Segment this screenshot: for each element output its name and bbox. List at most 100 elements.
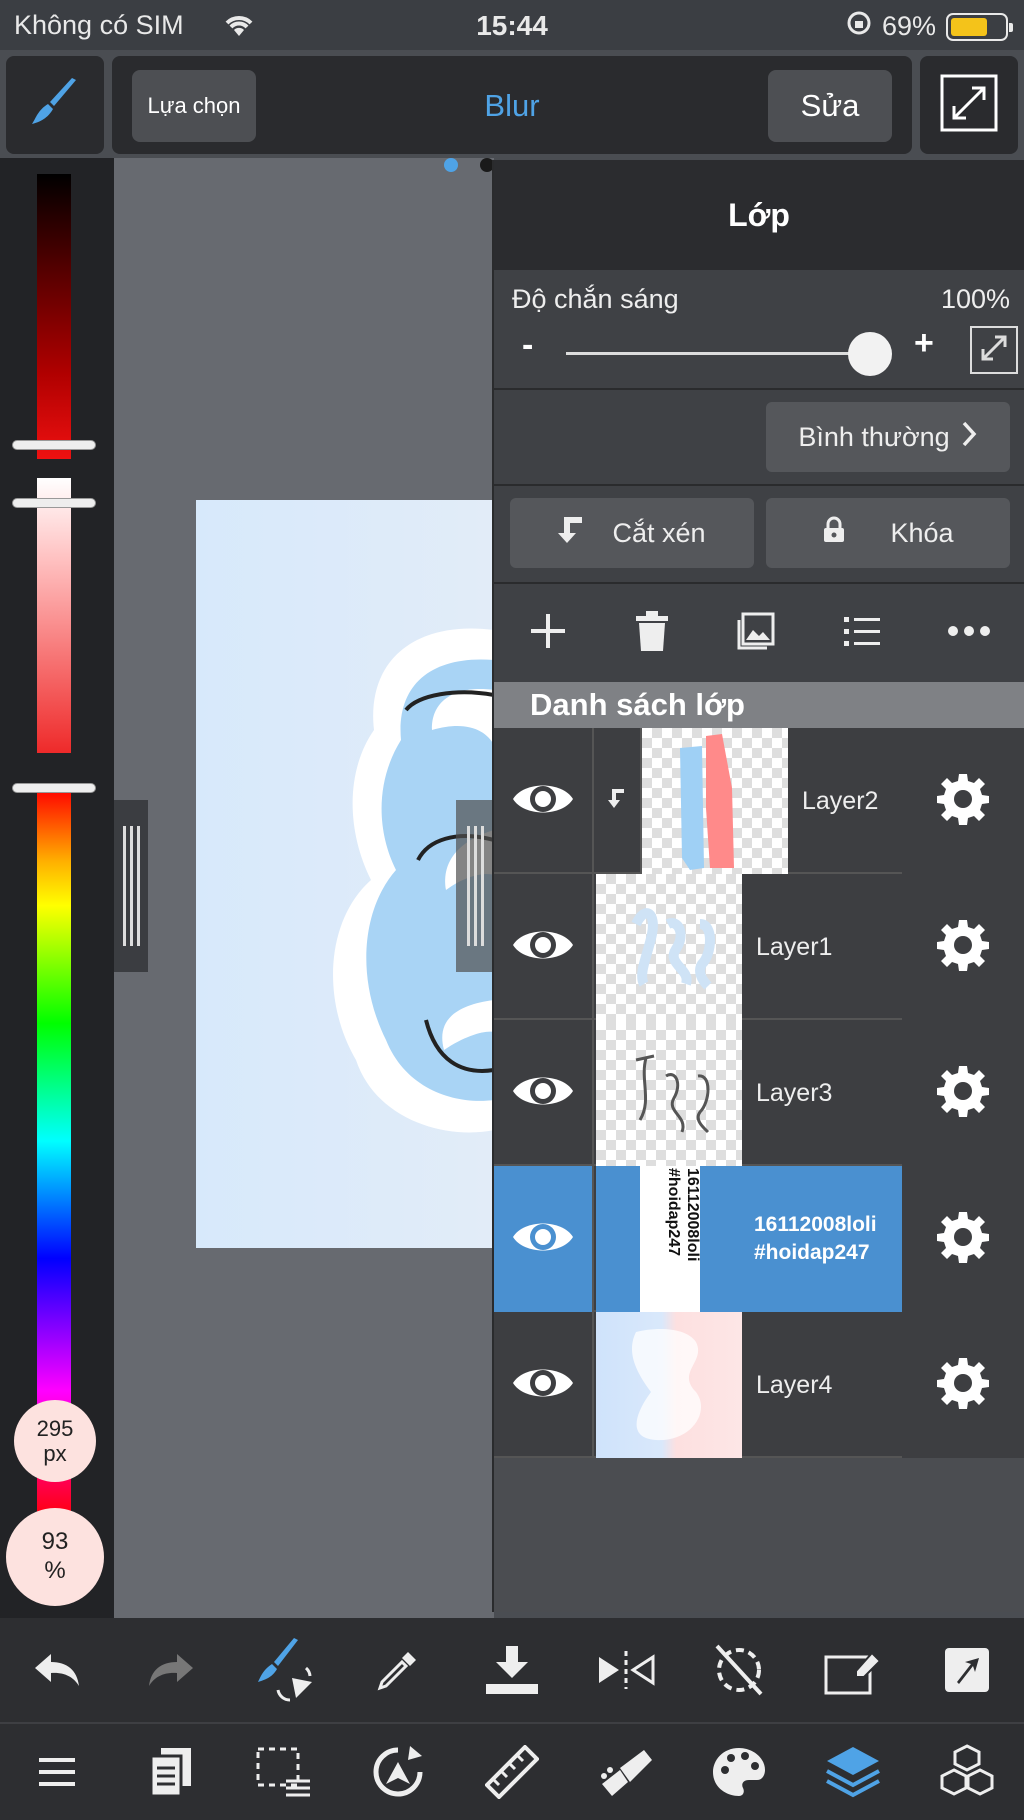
layer-row[interactable]: Layer2 — [494, 728, 1024, 874]
opacity-slider-knob[interactable] — [848, 332, 892, 376]
saturation-handle[interactable] — [12, 498, 96, 508]
hue-handle[interactable] — [12, 783, 96, 793]
gear-icon — [935, 771, 991, 832]
layer-settings-button[interactable] — [902, 874, 1024, 1020]
menu-icon[interactable] — [17, 1732, 97, 1812]
clipping-arrow-icon — [608, 788, 626, 815]
redo-icon[interactable] — [131, 1630, 211, 1710]
artwork-canvas[interactable] — [196, 500, 494, 1248]
fullscreen-icon — [938, 72, 1000, 139]
selection-icon[interactable] — [244, 1732, 324, 1812]
share-icon[interactable] — [927, 1630, 1007, 1710]
clipping-button[interactable]: Cắt xén — [510, 498, 754, 568]
pages-icon[interactable] — [131, 1732, 211, 1812]
layer-thumbnail — [596, 1020, 742, 1166]
fullscreen-button[interactable] — [920, 56, 1018, 154]
layer-opacity-row: Độ chắn sáng 100% - + — [494, 270, 1024, 390]
brightness-slider[interactable] — [37, 174, 71, 459]
ruler-icon[interactable] — [472, 1732, 552, 1812]
opacity-increase-button[interactable]: + — [914, 324, 934, 363]
eraser-frame-icon[interactable] — [813, 1630, 893, 1710]
visibility-toggle[interactable] — [494, 874, 594, 1020]
page-indicator — [444, 158, 494, 172]
layer-row[interactable]: Layer4 — [494, 1312, 1024, 1458]
battery-icon — [946, 12, 1013, 41]
visibility-toggle[interactable] — [494, 728, 594, 874]
canvas-area[interactable] — [114, 158, 494, 1618]
panel-drag-handle[interactable] — [456, 800, 494, 972]
brush-icon — [26, 74, 84, 137]
layer-name: Layer4 — [756, 1370, 833, 1399]
eye-icon — [510, 777, 576, 826]
blend-mode-button[interactable]: Bình thường — [766, 402, 1010, 472]
layer-list-icon[interactable] — [842, 613, 882, 654]
visibility-toggle[interactable] — [494, 1312, 594, 1458]
layer-name: Layer2 — [802, 786, 879, 815]
layer-name: 16112008loli #hoidap247 — [754, 1166, 877, 1312]
brush-opacity-button[interactable]: 93% — [6, 1508, 104, 1606]
flip-icon[interactable] — [586, 1630, 666, 1710]
eyedropper-icon[interactable] — [358, 1630, 438, 1710]
layer-row-selected[interactable]: 16112008loli #hoidap247 16112008loli #ho… — [494, 1166, 1024, 1312]
opacity-value: 100% — [940, 284, 1010, 314]
chevron-right-icon — [960, 420, 978, 455]
trash-icon[interactable] — [634, 610, 670, 657]
visibility-toggle[interactable] — [494, 1166, 594, 1312]
more-icon[interactable] — [947, 624, 991, 642]
save-download-icon[interactable] — [472, 1630, 552, 1710]
brightness-handle[interactable] — [12, 440, 96, 450]
layer-thumbnail — [596, 874, 742, 1020]
opacity-decrease-button[interactable]: - — [522, 326, 533, 365]
clip-lock-row: Cắt xén Khóa — [494, 486, 1024, 584]
orientation-lock-icon — [846, 10, 872, 43]
palette-icon[interactable] — [699, 1732, 779, 1812]
sidebar-drag-handle[interactable] — [114, 800, 148, 972]
expand-panel-button[interactable] — [970, 326, 1018, 374]
brush-bar: Lựa chọn Blur Sửa — [112, 56, 912, 154]
layers-icon[interactable] — [813, 1732, 893, 1812]
opacity-slider[interactable] — [566, 352, 870, 355]
clipping-icon — [558, 515, 586, 552]
blend-mode-label: Bình thường — [798, 421, 950, 452]
layer-row[interactable]: Layer1 — [494, 874, 1024, 1020]
layer-actions — [494, 584, 1024, 682]
layer-settings-button[interactable] — [902, 1312, 1024, 1458]
gear-icon — [935, 917, 991, 978]
layer-thumbnail: 16112008loli #hoidap247 — [640, 1166, 700, 1312]
brush-transform-icon[interactable] — [244, 1630, 324, 1710]
edit-button[interactable]: Sửa — [768, 70, 892, 142]
visibility-toggle[interactable] — [494, 1020, 594, 1166]
gear-icon — [935, 1355, 991, 1416]
clipping-indicator — [594, 728, 642, 874]
top-toolbar: Lựa chọn Blur Sửa — [0, 50, 1024, 158]
lock-label: Khóa — [890, 517, 954, 548]
gear-icon — [935, 1209, 991, 1270]
eye-icon — [510, 1069, 576, 1118]
brush-size-button[interactable]: 295 px — [14, 1400, 96, 1482]
clipping-label: Cắt xén — [612, 517, 706, 548]
bottom-toolbar-tools — [0, 1722, 1024, 1820]
layer-settings-button[interactable] — [902, 728, 1024, 874]
layer-panel: Lớp Độ chắn sáng 100% - + Bình thường Cắ… — [492, 160, 1024, 1612]
saturation-slider[interactable] — [37, 478, 71, 753]
layer-name: Layer1 — [756, 932, 833, 961]
lock-icon — [822, 516, 846, 551]
brush-size-unit: px — [43, 1441, 67, 1466]
lock-button[interactable]: Khóa — [766, 498, 1010, 568]
materials-icon[interactable] — [927, 1732, 1007, 1812]
panel-title: Lớp — [494, 160, 1024, 270]
fill-icon[interactable] — [586, 1732, 666, 1812]
opacity-label: Độ chắn sáng — [512, 284, 679, 314]
rotate-off-icon[interactable] — [699, 1630, 779, 1710]
layer-row[interactable]: Layer3 — [494, 1020, 1024, 1166]
add-layer-icon[interactable] — [527, 610, 569, 657]
import-image-icon[interactable] — [735, 610, 777, 657]
layer-settings-button[interactable] — [902, 1166, 1024, 1312]
blend-mode-row: Bình thường — [494, 390, 1024, 486]
layer-settings-button[interactable] — [902, 1020, 1024, 1166]
brush-opacity-value: 93 — [41, 1528, 69, 1556]
brush-tool-button[interactable] — [6, 56, 104, 154]
undo-icon[interactable] — [17, 1630, 97, 1710]
transform-icon[interactable] — [358, 1732, 438, 1812]
battery-percent: 69% — [881, 11, 936, 41]
